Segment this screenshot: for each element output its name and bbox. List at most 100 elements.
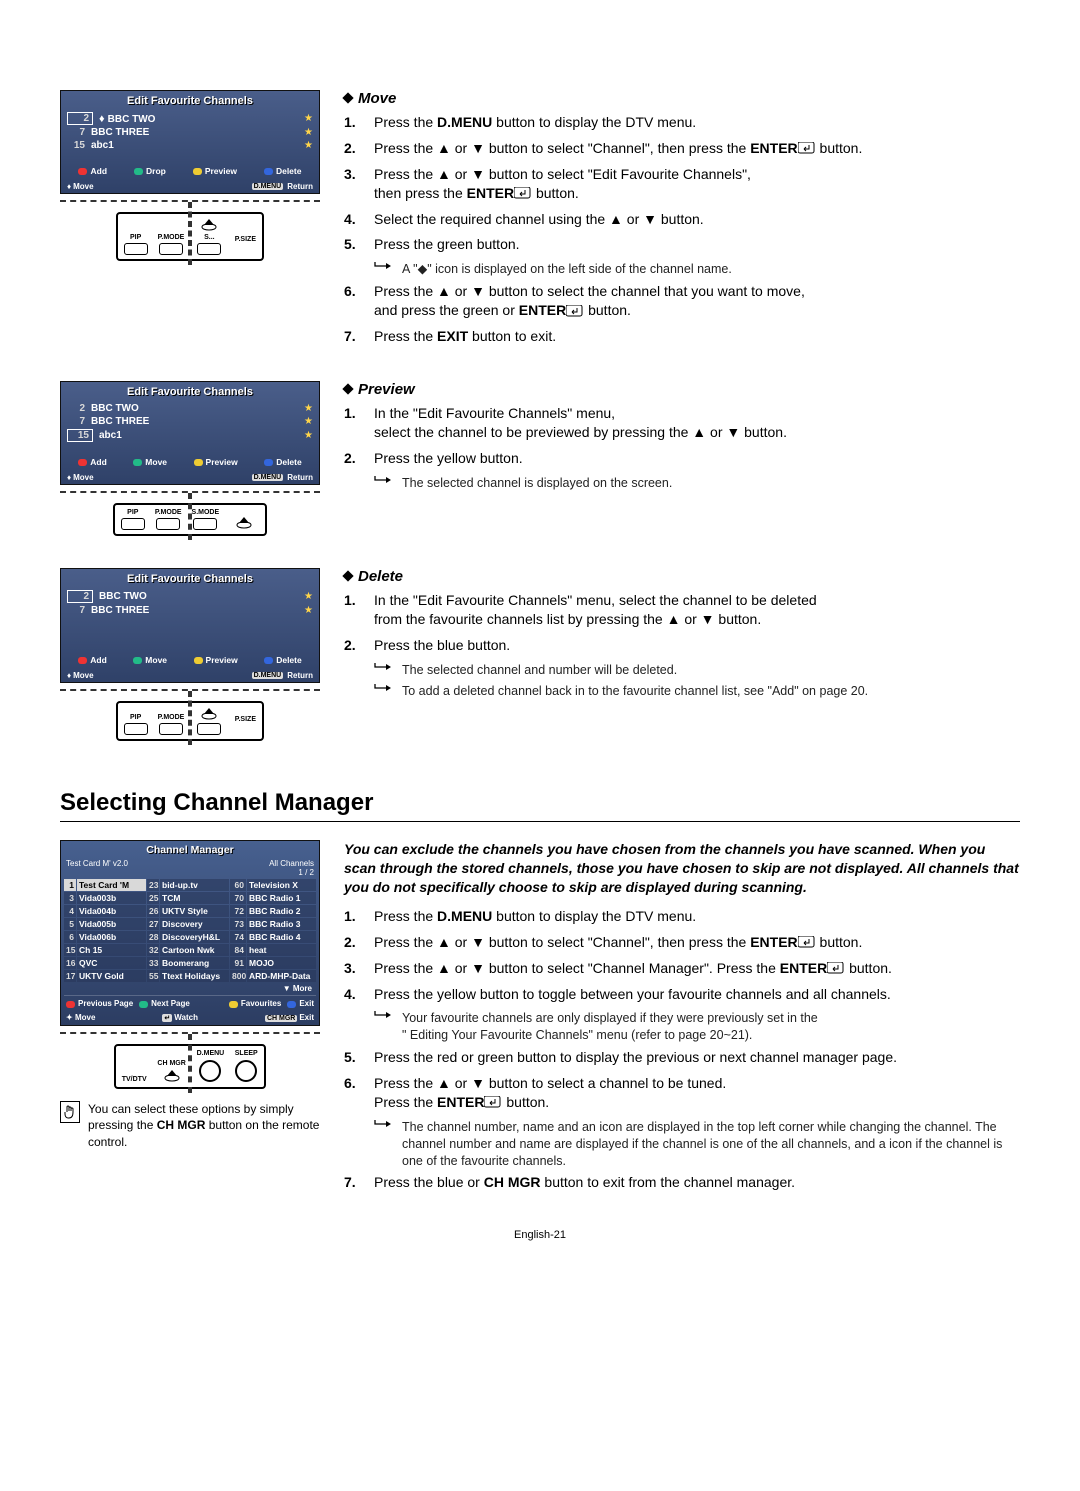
step: 3.Press the ▲ or ▼ button to select "Cha… bbox=[344, 959, 1020, 978]
osd-foot-dmenu: D.MENUReturn bbox=[252, 182, 313, 191]
cm-cell-num: 16 bbox=[64, 957, 76, 969]
cm-foot-move: ✦ Move bbox=[66, 1013, 95, 1022]
cm-cell-num: 23 bbox=[147, 879, 159, 891]
cm-cell-name: BBC Radio 3 bbox=[247, 918, 316, 930]
ch-name: abc1 bbox=[99, 430, 298, 441]
cm-cell-name: BBC Radio 2 bbox=[247, 905, 316, 917]
tip-text: You can select these options by simply p… bbox=[88, 1101, 320, 1150]
ch-num: 7 bbox=[67, 416, 85, 427]
cm-cell-num: 1 bbox=[64, 879, 76, 891]
cm-cell-num: 74 bbox=[230, 931, 246, 943]
legend-preview: Preview bbox=[194, 457, 238, 467]
step: 5.Press the green button. bbox=[344, 235, 1020, 254]
legend-delete: Delete bbox=[264, 166, 302, 176]
step-note: Your favourite channels are only display… bbox=[374, 1010, 1020, 1044]
cm-cell-num: 17 bbox=[64, 970, 76, 982]
step-note: A "◆" icon is displayed on the left side… bbox=[374, 261, 1020, 278]
step: 3.Press the ▲ or ▼ button to select "Edi… bbox=[344, 165, 1020, 203]
cm-legend-next: Next Page bbox=[139, 999, 190, 1008]
legend-preview: Preview bbox=[194, 655, 238, 665]
cm-cell-name: UKTV Gold bbox=[77, 970, 146, 982]
step: 1.In the "Edit Favourite Channels" menu,… bbox=[344, 404, 1020, 442]
cm-cell-num: 60 bbox=[230, 879, 246, 891]
cm-legend-fav: Favourites bbox=[229, 999, 281, 1008]
cm-cell-num: 32 bbox=[147, 944, 159, 956]
osd-preview: Edit Favourite Channels 2 BBC TWO ★ 7 BB… bbox=[60, 381, 320, 485]
star-icon: ★ bbox=[304, 113, 313, 124]
cm-cell-name: UKTV Style bbox=[160, 905, 229, 917]
legend-add: Add bbox=[78, 457, 107, 467]
step-note: The selected channel is displayed on the… bbox=[374, 475, 1020, 492]
osd-title: Edit Favourite Channels bbox=[67, 386, 313, 398]
cm-foot-watch: ↵Watch bbox=[162, 1013, 198, 1022]
cm-head-right: All Channels1 / 2 bbox=[269, 859, 314, 877]
cm-cell-name: BBC Radio 4 bbox=[247, 931, 316, 943]
select-arrow-icon bbox=[157, 1069, 187, 1083]
page-title: Selecting Channel Manager bbox=[60, 789, 1020, 817]
cm-cell-num: 33 bbox=[147, 957, 159, 969]
star-icon: ★ bbox=[304, 416, 313, 427]
select-arrow-icon bbox=[194, 707, 224, 721]
tip-note: You can select these options by simply p… bbox=[60, 1101, 320, 1150]
channel-manager-panel: Channel Manager Test Card M' v2.0 All Ch… bbox=[60, 840, 320, 1026]
cm-cell-name: QVC bbox=[77, 957, 146, 969]
step: 6.Press the ▲ or ▼ button to select a ch… bbox=[344, 1074, 1020, 1112]
step: 1.Press the D.MENU button to display the… bbox=[344, 907, 1020, 926]
cm-cell-name: ARD-MHP-Data bbox=[247, 970, 316, 982]
step: 1.In the "Edit Favourite Channels" menu,… bbox=[344, 591, 1020, 629]
osd-move: Edit Favourite Channels 2 ♦ BBC TWO ★ 7 … bbox=[60, 90, 320, 194]
cm-cell-num: 26 bbox=[147, 905, 159, 917]
step: 1.Press the D.MENU button to display the… bbox=[344, 113, 1020, 132]
legend-drop: Drop bbox=[134, 166, 166, 176]
page-number: English-21 bbox=[60, 1229, 1020, 1241]
cm-cell-name: BBC Radio 1 bbox=[247, 892, 316, 904]
cm-cell-name: heat bbox=[247, 944, 316, 956]
cm-cell-name: Vida006b bbox=[77, 931, 146, 943]
star-icon: ★ bbox=[304, 605, 313, 616]
step: 4.Select the required channel using the … bbox=[344, 210, 1020, 229]
ch-name: BBC TWO bbox=[99, 591, 298, 602]
cm-table: 1Test Card 'M23bid-up.tv60Television X3V… bbox=[64, 879, 316, 982]
step-note: To add a deleted channel back in to the … bbox=[374, 683, 1020, 700]
cm-cell-num: 73 bbox=[230, 918, 246, 930]
cm-cell-name: Ch 15 bbox=[77, 944, 146, 956]
legend-preview: Preview bbox=[193, 166, 237, 176]
legend-add: Add bbox=[78, 166, 107, 176]
cm-cell-name: Discovery bbox=[160, 918, 229, 930]
star-icon: ★ bbox=[304, 140, 313, 151]
cm-cell-num: 72 bbox=[230, 905, 246, 917]
osd-delete: Edit Favourite Channels 2 BBC TWO ★ 7 BB… bbox=[60, 568, 320, 683]
circle-button-icon bbox=[234, 1059, 258, 1083]
ch-name: BBC THREE bbox=[91, 127, 298, 138]
step: 2.Press the blue button. bbox=[344, 636, 1020, 655]
ch-num: 7 bbox=[67, 605, 85, 616]
cm-cell-num: 15 bbox=[64, 944, 76, 956]
step: 2.Press the ▲ or ▼ button to select "Cha… bbox=[344, 933, 1020, 952]
circle-button-icon bbox=[198, 1059, 222, 1083]
cm-cell-name: Test Card 'M bbox=[77, 879, 146, 891]
move-heading: Move bbox=[344, 90, 1020, 107]
star-icon: ★ bbox=[304, 127, 313, 138]
cm-cell-name: Cartoon Nwk bbox=[160, 944, 229, 956]
intro-text: You can exclude the channels you have ch… bbox=[344, 840, 1020, 897]
cm-cell-name: bid-up.tv bbox=[160, 879, 229, 891]
star-icon: ★ bbox=[304, 591, 313, 602]
step: 4.Press the yellow button to toggle betw… bbox=[344, 985, 1020, 1004]
ch-name: ♦ BBC TWO bbox=[99, 113, 298, 125]
ch-name: BBC TWO bbox=[91, 403, 298, 414]
cm-cell-name: Vida005b bbox=[77, 918, 146, 930]
cm-title: Channel Manager bbox=[64, 844, 316, 856]
remote-strip: PIP P.MODE S... P.SIZE bbox=[60, 200, 320, 265]
ch-num: 15 bbox=[67, 140, 85, 151]
cm-cell-num: 800 bbox=[230, 970, 246, 982]
osd-foot-dmenu: D.MENUReturn bbox=[252, 671, 313, 680]
ch-name: BBC THREE bbox=[91, 605, 298, 616]
cm-cell-num: 55 bbox=[147, 970, 159, 982]
remote-strip: PIP P.MODE P.SIZE bbox=[60, 689, 320, 745]
cm-cell-num: 27 bbox=[147, 918, 159, 930]
osd-foot-dmenu: D.MENUReturn bbox=[252, 473, 313, 482]
osd-title: Edit Favourite Channels bbox=[67, 95, 313, 107]
cm-head-left: Test Card M' v2.0 bbox=[66, 859, 128, 877]
osd-foot-move: ♦ Move bbox=[67, 182, 94, 191]
cm-legend-prev: Previous Page bbox=[66, 999, 133, 1008]
